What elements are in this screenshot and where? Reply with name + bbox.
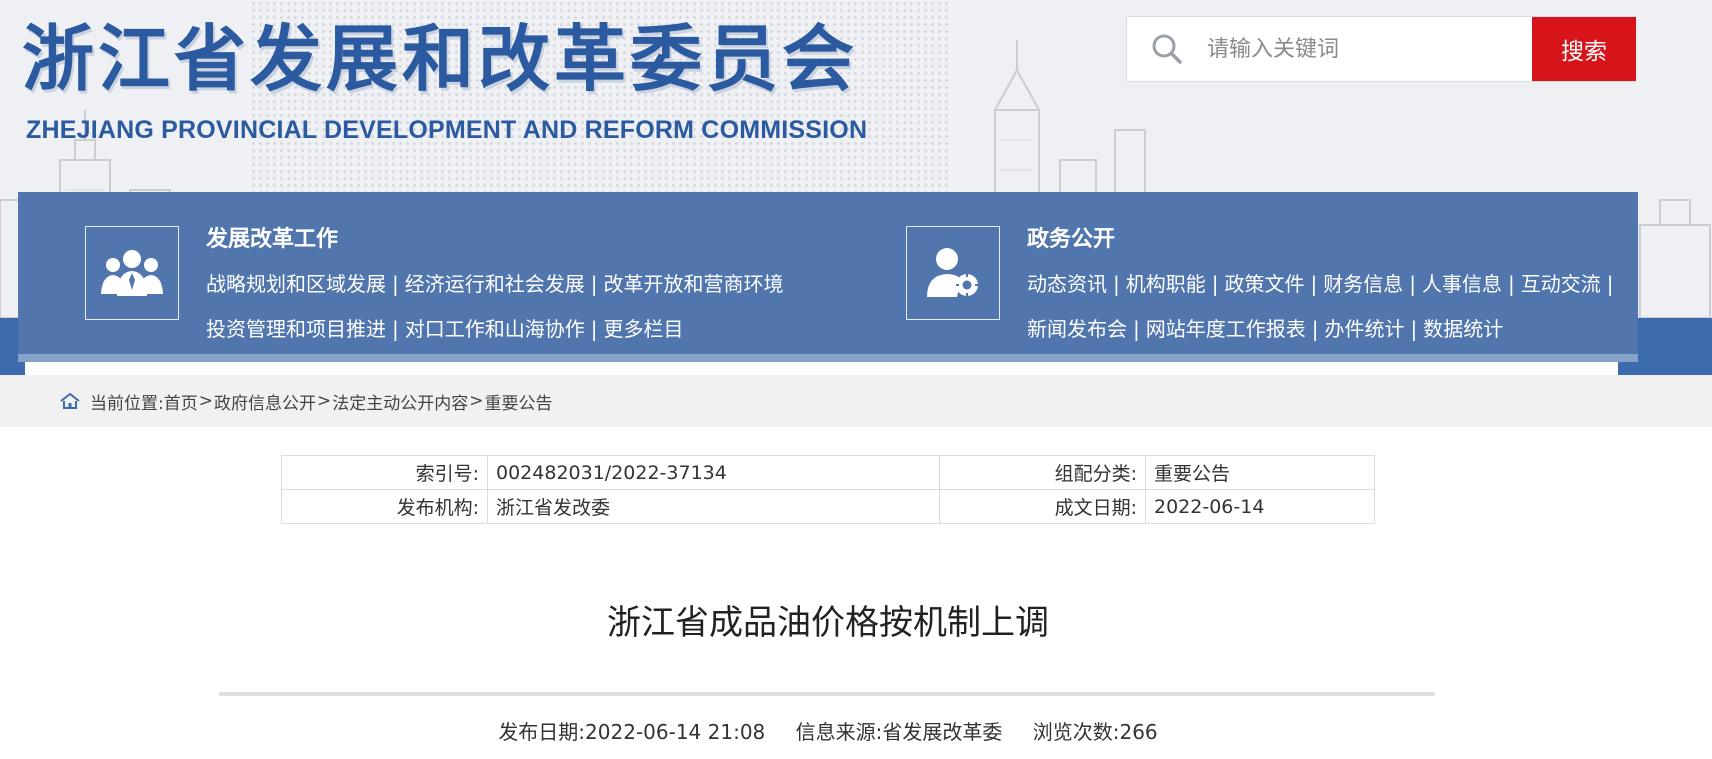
- nav-link-more[interactable]: 更多栏目: [604, 317, 684, 341]
- nav-group-government-affairs: 政务公开 动态资讯 | 机构职能 | 政策文件 | 财务信息 | 人事信息 | 互动交流 | 新闻发布…: [808, 192, 1638, 354]
- breadcrumb: 当前位置: 首页 > 政府信息公开 > 法定主动公开内容 > 重要公告: [0, 375, 1712, 427]
- index-value: 002482031/2022-37134: [487, 455, 940, 490]
- article-meta: 发布日期:2022-06-14 21:08 信息来源:省发展改革委 浏览次数:2…: [0, 716, 1656, 745]
- category-value: 重要公告: [1145, 455, 1375, 490]
- breadcrumb-arrow: >: [469, 391, 484, 411]
- breadcrumb-arrow: >: [316, 391, 332, 411]
- breadcrumb-arrow: >: [198, 391, 213, 411]
- user-gear-icon: [906, 226, 1000, 320]
- nav-link-news[interactable]: 动态资讯: [1027, 272, 1107, 296]
- nav-separator: |: [1409, 272, 1416, 296]
- nav-link-functions[interactable]: 机构职能: [1126, 272, 1206, 296]
- search-button[interactable]: 搜索: [1532, 17, 1636, 81]
- nav-link-case-stats[interactable]: 办件统计: [1325, 317, 1405, 341]
- nav-separator: |: [1410, 317, 1418, 341]
- breadcrumb-home[interactable]: 首页: [164, 389, 198, 414]
- date-value: 2022-06-14: [1145, 489, 1375, 524]
- nav-link-interaction[interactable]: 互动交流: [1521, 272, 1601, 296]
- nav-separator: |: [1133, 317, 1140, 341]
- nav-link-reform[interactable]: 改革开放和营商环境: [604, 272, 784, 296]
- breadcrumb-statutory[interactable]: 法定主动公开内容: [332, 389, 468, 414]
- search-icon: [1127, 17, 1207, 81]
- nav-link-investment[interactable]: 投资管理和项目推进: [206, 317, 386, 341]
- nav-panel: 发展改革工作 战略规划和区域发展 | 经济运行和社会发展 | 改革开放和营商环境 投资管…: [18, 192, 1638, 354]
- breadcrumb-gov-info[interactable]: 政府信息公开: [214, 389, 316, 414]
- table-row: 发布机构: 浙江省发改委 成文日期: 2022-06-14: [281, 489, 1375, 524]
- view-count: 浏览次数:266: [1032, 720, 1158, 744]
- nav-link-finance[interactable]: 财务信息: [1323, 272, 1403, 296]
- nav-separator: |: [590, 272, 598, 296]
- publisher-value: 浙江省发改委: [487, 489, 940, 524]
- breadcrumb-prefix: 当前位置:: [90, 393, 164, 414]
- publisher-label: 发布机构:: [281, 489, 488, 524]
- nav-separator: |: [392, 317, 399, 341]
- nav-separator: |: [590, 317, 598, 341]
- nav-link-personnel[interactable]: 人事信息: [1422, 272, 1502, 296]
- title-divider: [219, 692, 1435, 696]
- nav-separator: |: [1311, 317, 1319, 341]
- nav-link-economy[interactable]: 经济运行和社会发展: [405, 272, 585, 296]
- nav-group-development-reform: 发展改革工作 战略规划和区域发展 | 经济运行和社会发展 | 改革开放和营商环境 投资管…: [18, 192, 808, 354]
- nav-separator: |: [1211, 272, 1219, 296]
- people-group-icon: [85, 226, 179, 320]
- category-label: 组配分类:: [939, 455, 1146, 490]
- breadcrumb-announcement[interactable]: 重要公告: [484, 389, 552, 414]
- nav-separator: |: [1310, 272, 1318, 296]
- nav-link-cooperation[interactable]: 对口工作和山海协作: [405, 317, 585, 341]
- nav-link-policy[interactable]: 政策文件: [1225, 272, 1305, 296]
- table-row: 索引号: 002482031/2022-37134 组配分类: 重要公告: [281, 455, 1375, 490]
- nav-separator: |: [1508, 272, 1515, 296]
- article-title: 浙江省成品油价格按机制上调: [607, 603, 1049, 643]
- nav-link-data-stats[interactable]: 数据统计: [1423, 317, 1503, 341]
- nav-separator: |: [1113, 272, 1120, 296]
- nav-link-annual-report[interactable]: 网站年度工作报表: [1146, 317, 1306, 341]
- nav-separator: |: [392, 272, 399, 296]
- publish-date: 发布日期:2022-06-14 21:08: [498, 720, 766, 744]
- index-label: 索引号:: [281, 455, 488, 490]
- date-label: 成文日期:: [939, 489, 1146, 524]
- nav-links: 战略规划和区域发展 | 经济运行和社会发展 | 改革开放和营商环境 投资管理和项目推进 |…: [206, 262, 846, 352]
- nav-group-title[interactable]: 发展改革工作: [206, 221, 338, 253]
- site-header: 浙江省发展和改革委员会 ZHEJIANG PROVINCIAL DEVELOPM…: [0, 0, 1712, 375]
- nav-links: 动态资讯 | 机构职能 | 政策文件 | 财务信息 | 人事信息 | 互动交流 | 新闻发布会 | 网站年…: [1027, 262, 1627, 352]
- nav-link-strategy[interactable]: 战略规划和区域发展: [206, 272, 386, 296]
- info-source: 信息来源:省发展改革委: [795, 720, 1003, 744]
- nav-group-title[interactable]: 政务公开: [1027, 221, 1115, 253]
- nav-link-press[interactable]: 新闻发布会: [1027, 317, 1127, 341]
- site-logo-english: ZHEJIANG PROVINCIAL DEVELOPMENT AND REFO…: [26, 116, 868, 144]
- site-logo-chinese[interactable]: 浙江省发展和改革委员会: [22, 14, 858, 104]
- document-meta-table: 索引号: 002482031/2022-37134 组配分类: 重要公告 发布机…: [281, 455, 1375, 524]
- nav-separator: |: [1606, 272, 1614, 296]
- home-icon[interactable]: [60, 390, 82, 412]
